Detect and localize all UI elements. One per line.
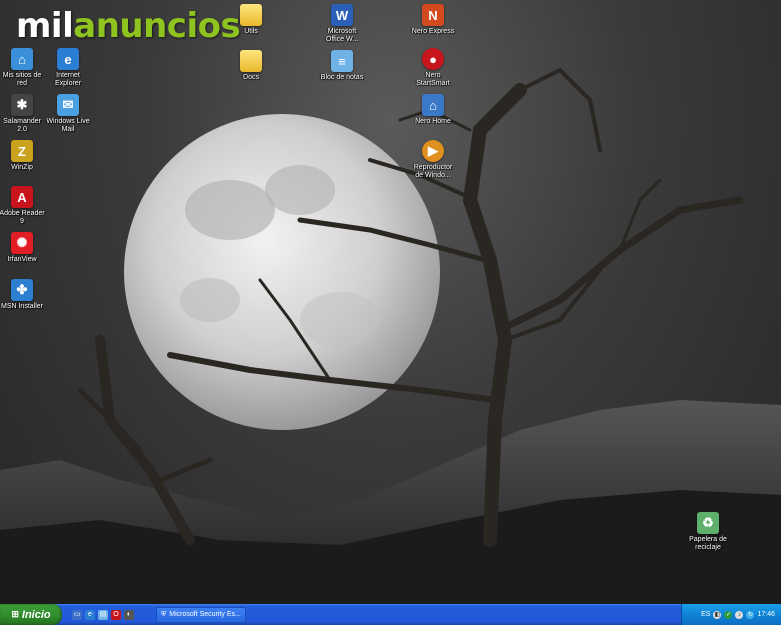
msn-installer-icon: ✤ <box>11 279 33 301</box>
watermark-part1: mil <box>16 6 74 46</box>
adobe-reader-icon: A <box>11 186 33 208</box>
icon-label: Internet Explorer <box>54 72 82 87</box>
icon-label: WinZip <box>11 164 33 171</box>
desktop-icon-nero-home[interactable]: ⌂ Nero Home <box>405 94 461 126</box>
notepad-icon: ≡ <box>331 50 353 72</box>
desktop-icon-nero-startsmart[interactable]: ● Nero StartSmart <box>405 48 461 88</box>
icon-label: Microsoft Office W... <box>325 28 359 43</box>
desktop-icon-msn-installer[interactable]: ✤ MSN Installer <box>0 279 50 311</box>
desktop-icon-recycle-bin[interactable]: ♻ Papelera de reciclaje <box>680 512 736 552</box>
windows-flag-icon: ⊞ <box>11 609 19 619</box>
nero-startsmart-icon: ● <box>422 48 444 70</box>
show-desktop-icon[interactable]: ▭ <box>72 609 82 620</box>
volume-icon[interactable]: ♪ <box>735 610 744 619</box>
salamander-icon: ✱ <box>11 94 33 116</box>
desktop-icon-irfanview[interactable]: ✺ IrfanView <box>0 232 50 264</box>
nero-home-icon: ⌂ <box>422 94 444 116</box>
winzip-icon: Z <box>11 140 33 162</box>
desktop-icon-notepad[interactable]: ≡ Bloc de notas <box>314 50 370 82</box>
task-button-label: Microsoft Security Es... <box>169 611 241 618</box>
desktop-icon-adobe-reader[interactable]: A Adobe Reader 9 <box>0 186 50 226</box>
moon <box>124 114 440 430</box>
network-icon[interactable]: ◧ <box>713 610 722 619</box>
folder-icon <box>240 50 262 72</box>
desktop-icon-docs[interactable]: Docs <box>223 50 279 82</box>
language-indicator[interactable]: ES <box>701 611 710 618</box>
desktop-icon-utils[interactable]: Utils <box>223 4 279 36</box>
desktop[interactable]: milanuncios ⌂ Mis sitios de red ✱ Salama… <box>0 0 781 604</box>
network-places-icon: ⌂ <box>11 48 33 70</box>
icon-label: Nero StartSmart <box>416 72 450 87</box>
icon-label: Reproductor de Windo... <box>413 164 453 179</box>
icon-label: Windows Live Mail <box>46 118 90 133</box>
office-word-icon: W <box>331 4 353 26</box>
media-icon[interactable]: ◐ <box>124 609 134 620</box>
icon-label: Bloc de notas <box>320 74 364 81</box>
desktop-icon-nero-express[interactable]: N Nero Express <box>405 4 461 36</box>
update-icon[interactable]: ↻ <box>746 610 755 619</box>
recycle-bin-icon: ♻ <box>697 512 719 534</box>
media-player-icon: ▶ <box>422 140 444 162</box>
icon-label: Nero Express <box>411 28 455 35</box>
windows-live-mail-icon: ✉ <box>57 94 79 116</box>
icon-label: Nero Home <box>415 118 451 125</box>
icon-label: IrfanView <box>7 256 37 263</box>
milanuncios-watermark: milanuncios <box>16 6 241 46</box>
irfanview-icon: ✺ <box>11 232 33 254</box>
desktop-icon-windows-live-mail[interactable]: ✉ Windows Live Mail <box>40 94 96 134</box>
internet-explorer-icon[interactable]: e <box>85 609 95 620</box>
desktop-icon-office-word[interactable]: W Microsoft Office W... <box>314 4 370 44</box>
internet-explorer-icon: e <box>57 48 79 70</box>
taskbar-button-security-essentials[interactable]: ⛨ Microsoft Security Es... <box>156 606 246 623</box>
start-button[interactable]: ⊞ Inicio <box>0 604 62 625</box>
icon-label: Docs <box>243 74 259 81</box>
wallpaper-moon-tree <box>0 67 781 604</box>
clock: 17:46 <box>757 611 775 618</box>
security-shield-icon: ⛨ <box>161 610 167 618</box>
start-label: Inicio <box>21 608 51 621</box>
icon-label: Papelera de reciclaje <box>689 536 727 551</box>
icon-label: MSN Installer <box>0 303 43 310</box>
desktop-icon-winzip[interactable]: Z WinZip <box>0 140 50 172</box>
security-tray-icon[interactable]: ✓ <box>724 610 733 619</box>
explorer-icon[interactable]: ▤ <box>98 609 108 620</box>
quick-launch: ▭ e ▤ O ◐ <box>72 609 134 620</box>
desktop-icon-media-player[interactable]: ▶ Reproductor de Windo... <box>405 140 461 180</box>
icon-label: Utils <box>244 28 258 35</box>
watermark-part2: anuncios <box>73 6 241 46</box>
taskbar: ⊞ Inicio ▭ e ▤ O ◐ ⛨ Microsoft Security … <box>0 604 781 625</box>
folder-icon <box>240 4 262 26</box>
desktop-icon-internet-explorer[interactable]: e Internet Explorer <box>40 48 96 88</box>
icon-label: Adobe Reader 9 <box>0 210 45 225</box>
nero-express-icon: N <box>422 4 444 26</box>
opera-icon[interactable]: O <box>111 609 121 620</box>
system-tray: ES ◧ ✓ ♪ ↻ 17:46 <box>681 604 781 625</box>
